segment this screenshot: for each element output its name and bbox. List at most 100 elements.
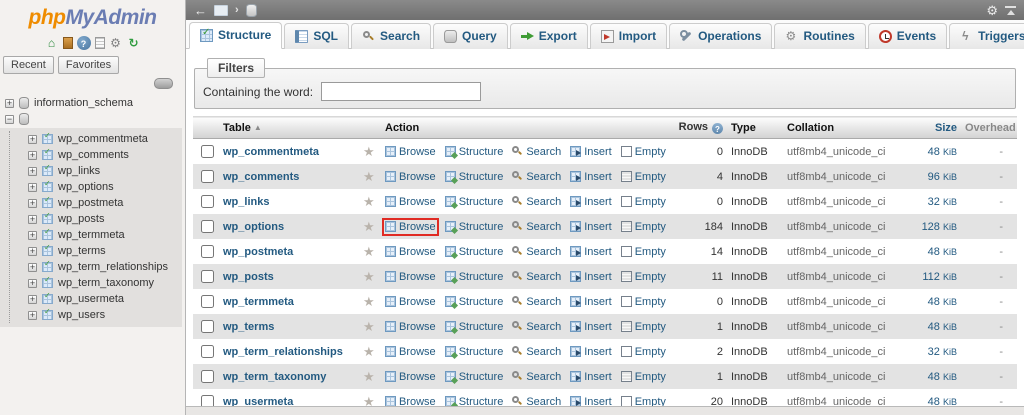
- insert-action-link[interactable]: Insert: [570, 221, 612, 233]
- favorite-star-icon[interactable]: [363, 169, 375, 184]
- favorite-star-icon[interactable]: [363, 394, 375, 407]
- expand-icon[interactable]: +: [28, 135, 37, 144]
- empty-action-link[interactable]: Empty: [621, 271, 666, 283]
- settings-icon2[interactable]: [109, 36, 123, 50]
- expand-icon[interactable]: +: [28, 263, 37, 272]
- favorite-star-icon[interactable]: [363, 144, 375, 159]
- insert-action-link[interactable]: Insert: [570, 371, 612, 383]
- table-name-link[interactable]: wp_comments: [223, 171, 299, 183]
- table-name-link[interactable]: wp_commentmeta: [223, 146, 319, 158]
- favorite-star-icon[interactable]: [363, 319, 375, 334]
- favorite-star-icon[interactable]: [363, 369, 375, 384]
- table-name[interactable]: wp_termmeta: [58, 229, 125, 241]
- expand-icon[interactable]: +: [28, 231, 37, 240]
- table-name[interactable]: wp_posts: [58, 213, 104, 225]
- table-name-link[interactable]: wp_options: [223, 221, 284, 233]
- browse-action-link[interactable]: Browse: [385, 396, 436, 407]
- search-action-link[interactable]: Search: [512, 396, 561, 407]
- insert-action-link[interactable]: Insert: [570, 346, 612, 358]
- insert-action-link[interactable]: Insert: [570, 196, 612, 208]
- search-action-link[interactable]: Search: [512, 371, 561, 383]
- empty-action-link[interactable]: Empty: [621, 246, 666, 258]
- row-checkbox[interactable]: [201, 370, 214, 383]
- database-name[interactable]: information_schema: [34, 97, 133, 109]
- tab-import[interactable]: Import: [590, 23, 667, 49]
- table-name-link[interactable]: wp_links: [223, 196, 269, 208]
- filter-input[interactable]: [321, 82, 481, 101]
- expand-icon[interactable]: +: [28, 199, 37, 208]
- empty-action-link[interactable]: Empty: [621, 171, 666, 183]
- expand-icon[interactable]: +: [28, 151, 37, 160]
- structure-action-link[interactable]: Structure: [445, 146, 504, 158]
- row-checkbox[interactable]: [201, 195, 214, 208]
- tree-node-table[interactable]: + wp_terms: [23, 243, 182, 259]
- table-name[interactable]: wp_options: [58, 181, 114, 193]
- search-action-link[interactable]: Search: [512, 346, 561, 358]
- table-name-link[interactable]: wp_postmeta: [223, 246, 293, 258]
- browse-action-link[interactable]: Browse: [385, 371, 436, 383]
- settings-icon[interactable]: ⚙: [986, 4, 998, 17]
- insert-action-link[interactable]: Insert: [570, 171, 612, 183]
- recent-tab[interactable]: Recent: [3, 56, 54, 74]
- tree-node-table[interactable]: + wp_postmeta: [23, 195, 182, 211]
- tab-query[interactable]: Query: [433, 23, 508, 49]
- tree-node-table[interactable]: + wp_links: [23, 163, 182, 179]
- search-action-link[interactable]: Search: [512, 296, 561, 308]
- expand-icon[interactable]: +: [28, 183, 37, 192]
- tree-node-table[interactable]: + wp_term_taxonomy: [23, 275, 182, 291]
- browse-action-link[interactable]: Browse: [385, 146, 436, 158]
- expand-icon[interactable]: +: [28, 247, 37, 256]
- table-name-link[interactable]: wp_usermeta: [223, 396, 293, 407]
- row-checkbox[interactable]: [201, 395, 214, 406]
- table-name[interactable]: wp_comments: [58, 149, 129, 161]
- search-action-link[interactable]: Search: [512, 171, 561, 183]
- empty-action-link[interactable]: Empty: [621, 321, 666, 333]
- insert-action-link[interactable]: Insert: [570, 321, 612, 333]
- table-name[interactable]: wp_term_taxonomy: [58, 277, 154, 289]
- header-rows[interactable]: Rows: [673, 117, 727, 139]
- browse-action-link[interactable]: Browse: [385, 321, 436, 333]
- tree-node-current-database[interactable]: −: [0, 111, 185, 127]
- tree-node-table[interactable]: + wp_termmeta: [23, 227, 182, 243]
- tab-search[interactable]: Search: [351, 23, 431, 49]
- search-action-link[interactable]: Search: [512, 146, 561, 158]
- browse-action-link[interactable]: Browse: [385, 196, 436, 208]
- table-name[interactable]: wp_users: [58, 309, 105, 321]
- help-icon2[interactable]: [77, 36, 91, 50]
- tab-export[interactable]: Export: [510, 23, 588, 49]
- insert-action-link[interactable]: Insert: [570, 246, 612, 258]
- row-checkbox[interactable]: [201, 295, 214, 308]
- tree-node-table[interactable]: + wp_term_relationships: [23, 259, 182, 275]
- empty-action-link[interactable]: Empty: [621, 221, 666, 233]
- expand-icon[interactable]: +: [28, 215, 37, 224]
- row-checkbox[interactable]: [201, 245, 214, 258]
- row-checkbox[interactable]: [201, 320, 214, 333]
- insert-action-link[interactable]: Insert: [570, 146, 612, 158]
- tab-sql[interactable]: SQL: [284, 23, 349, 49]
- browse-action-link-highlighted[interactable]: Browse: [385, 221, 436, 233]
- home-icon[interactable]: [45, 36, 59, 50]
- expand-icon[interactable]: +: [28, 311, 37, 320]
- search-action-link[interactable]: Search: [512, 221, 561, 233]
- expand-icon[interactable]: +: [28, 295, 37, 304]
- header-table[interactable]: Table: [219, 117, 359, 139]
- empty-action-link[interactable]: Empty: [621, 346, 666, 358]
- favorite-star-icon[interactable]: [363, 294, 375, 309]
- help-icon[interactable]: [712, 123, 723, 134]
- tab-triggers[interactable]: Triggers: [949, 23, 1024, 49]
- row-checkbox[interactable]: [201, 345, 214, 358]
- row-checkbox[interactable]: [201, 220, 214, 233]
- structure-action-link[interactable]: Structure: [445, 396, 504, 407]
- expand-icon[interactable]: +: [5, 99, 14, 108]
- tree-node-information-schema[interactable]: + information_schema: [0, 95, 185, 111]
- favorite-star-icon[interactable]: [363, 219, 375, 234]
- back-icon[interactable]: ←: [194, 3, 207, 18]
- insert-action-link[interactable]: Insert: [570, 271, 612, 283]
- search-action-link[interactable]: Search: [512, 271, 561, 283]
- table-name-link[interactable]: wp_termmeta: [223, 296, 294, 308]
- favorite-star-icon[interactable]: [363, 194, 375, 209]
- favorite-star-icon[interactable]: [363, 269, 375, 284]
- tree-node-table[interactable]: + wp_usermeta: [23, 291, 182, 307]
- search-action-link[interactable]: Search: [512, 246, 561, 258]
- expand-icon[interactable]: +: [28, 167, 37, 176]
